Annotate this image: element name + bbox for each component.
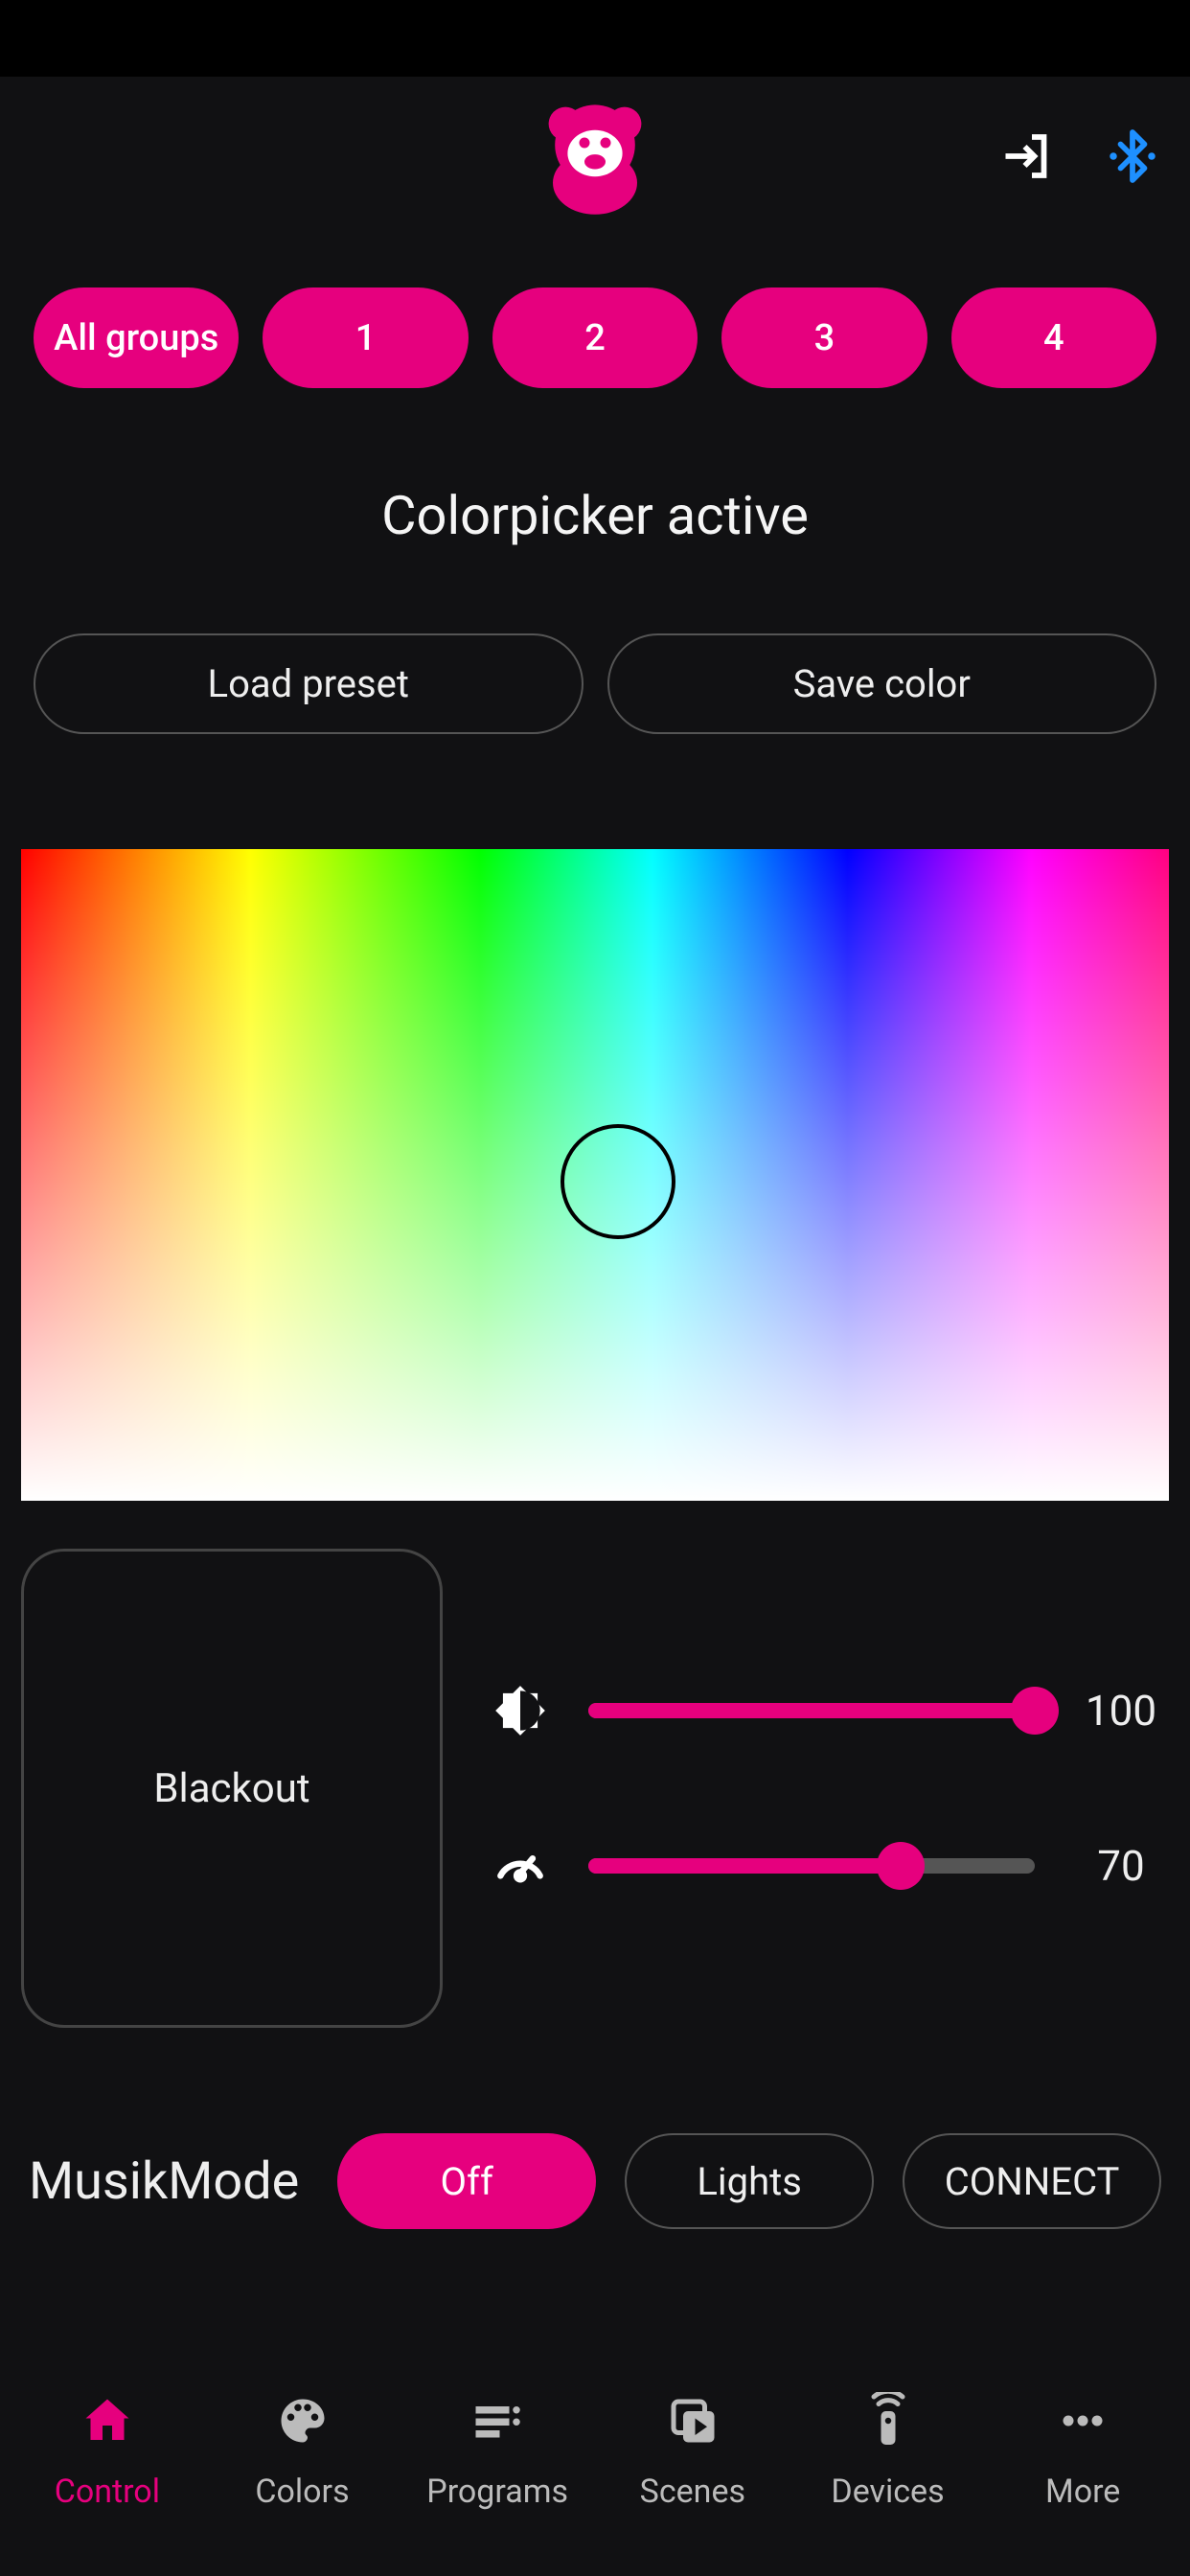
group-label: All groups: [54, 317, 218, 359]
button-label: Lights: [697, 2159, 802, 2204]
music-mode-row: MusikMode Off Lights CONNECT: [0, 2028, 1190, 2229]
bluetooth-icon[interactable]: [1104, 127, 1161, 189]
music-lights-button[interactable]: Lights: [625, 2133, 874, 2229]
save-color-button[interactable]: Save color: [607, 633, 1157, 734]
list-icon: [469, 2392, 526, 2458]
group-label: 2: [584, 317, 606, 359]
load-preset-button[interactable]: Load preset: [34, 633, 584, 734]
group-selector: All groups 1 2 3 4: [0, 240, 1190, 417]
button-label: Off: [441, 2159, 493, 2204]
group-pill-4[interactable]: 4: [951, 288, 1156, 388]
speed-slider-row: 70: [491, 1836, 1169, 1896]
remote-icon: [859, 2392, 917, 2458]
colorpicker[interactable]: [21, 849, 1169, 1501]
preset-row: Load preset Save color: [0, 633, 1190, 734]
scenes-icon: [664, 2392, 721, 2458]
login-icon[interactable]: [998, 127, 1056, 189]
brightness-thumb[interactable]: [1011, 1687, 1059, 1735]
app-root: All groups 1 2 3 4 Colorpicker active Lo…: [0, 77, 1190, 2576]
nav-label: Devices: [831, 2472, 944, 2511]
brightness-icon: [491, 1681, 550, 1740]
group-pill-1[interactable]: 1: [263, 288, 468, 388]
button-label: Blackout: [153, 1765, 309, 1812]
group-label: 1: [355, 317, 377, 359]
group-pill-3[interactable]: 3: [721, 288, 927, 388]
home-icon: [79, 2392, 136, 2458]
music-mode-label: MusikMode: [29, 2151, 299, 2212]
nav-label: Control: [55, 2472, 160, 2511]
brightness-slider[interactable]: [588, 1703, 1035, 1718]
blackout-button[interactable]: Blackout: [21, 1549, 443, 2028]
speed-thumb[interactable]: [877, 1842, 925, 1890]
nav-label: Scenes: [640, 2472, 745, 2511]
brightness-value: 100: [1073, 1686, 1169, 1736]
nav-scenes[interactable]: Scenes: [595, 2392, 790, 2511]
nav-more[interactable]: More: [985, 2392, 1180, 2511]
button-label: Save color: [793, 661, 971, 706]
group-label: 4: [1043, 317, 1064, 359]
brightness-slider-row: 100: [491, 1681, 1169, 1740]
button-label: Load preset: [208, 661, 409, 706]
nav-devices[interactable]: Devices: [790, 2392, 986, 2511]
group-pill-2[interactable]: 2: [492, 288, 698, 388]
bottom-nav: Control Colors Programs Scenes Devices: [0, 2356, 1190, 2576]
nav-label: More: [1045, 2472, 1120, 2511]
status-bar: [0, 0, 1190, 77]
topbar: [0, 77, 1190, 240]
speed-value: 70: [1073, 1841, 1169, 1891]
monkey-logo: [542, 101, 648, 216]
more-icon: [1054, 2392, 1111, 2458]
controls-section: Blackout 100: [0, 1501, 1190, 2028]
nav-control[interactable]: Control: [10, 2392, 205, 2511]
speed-icon: [491, 1836, 550, 1896]
group-pill-all[interactable]: All groups: [34, 288, 239, 388]
nav-colors[interactable]: Colors: [205, 2392, 400, 2511]
nav-label: Programs: [426, 2472, 568, 2511]
sliders: 100 70: [491, 1549, 1169, 2028]
music-connect-button[interactable]: CONNECT: [903, 2133, 1161, 2229]
page-title: Colorpicker active: [0, 417, 1190, 633]
speed-slider[interactable]: [588, 1858, 1035, 1874]
group-label: 3: [814, 317, 835, 359]
nav-label: Colors: [255, 2472, 349, 2511]
colorpicker-container: [0, 734, 1190, 1501]
nav-programs[interactable]: Programs: [400, 2392, 595, 2511]
button-label: CONNECT: [945, 2159, 1120, 2204]
colorpicker-handle[interactable]: [561, 1124, 675, 1239]
palette-icon: [274, 2392, 332, 2458]
music-off-button[interactable]: Off: [337, 2133, 596, 2229]
